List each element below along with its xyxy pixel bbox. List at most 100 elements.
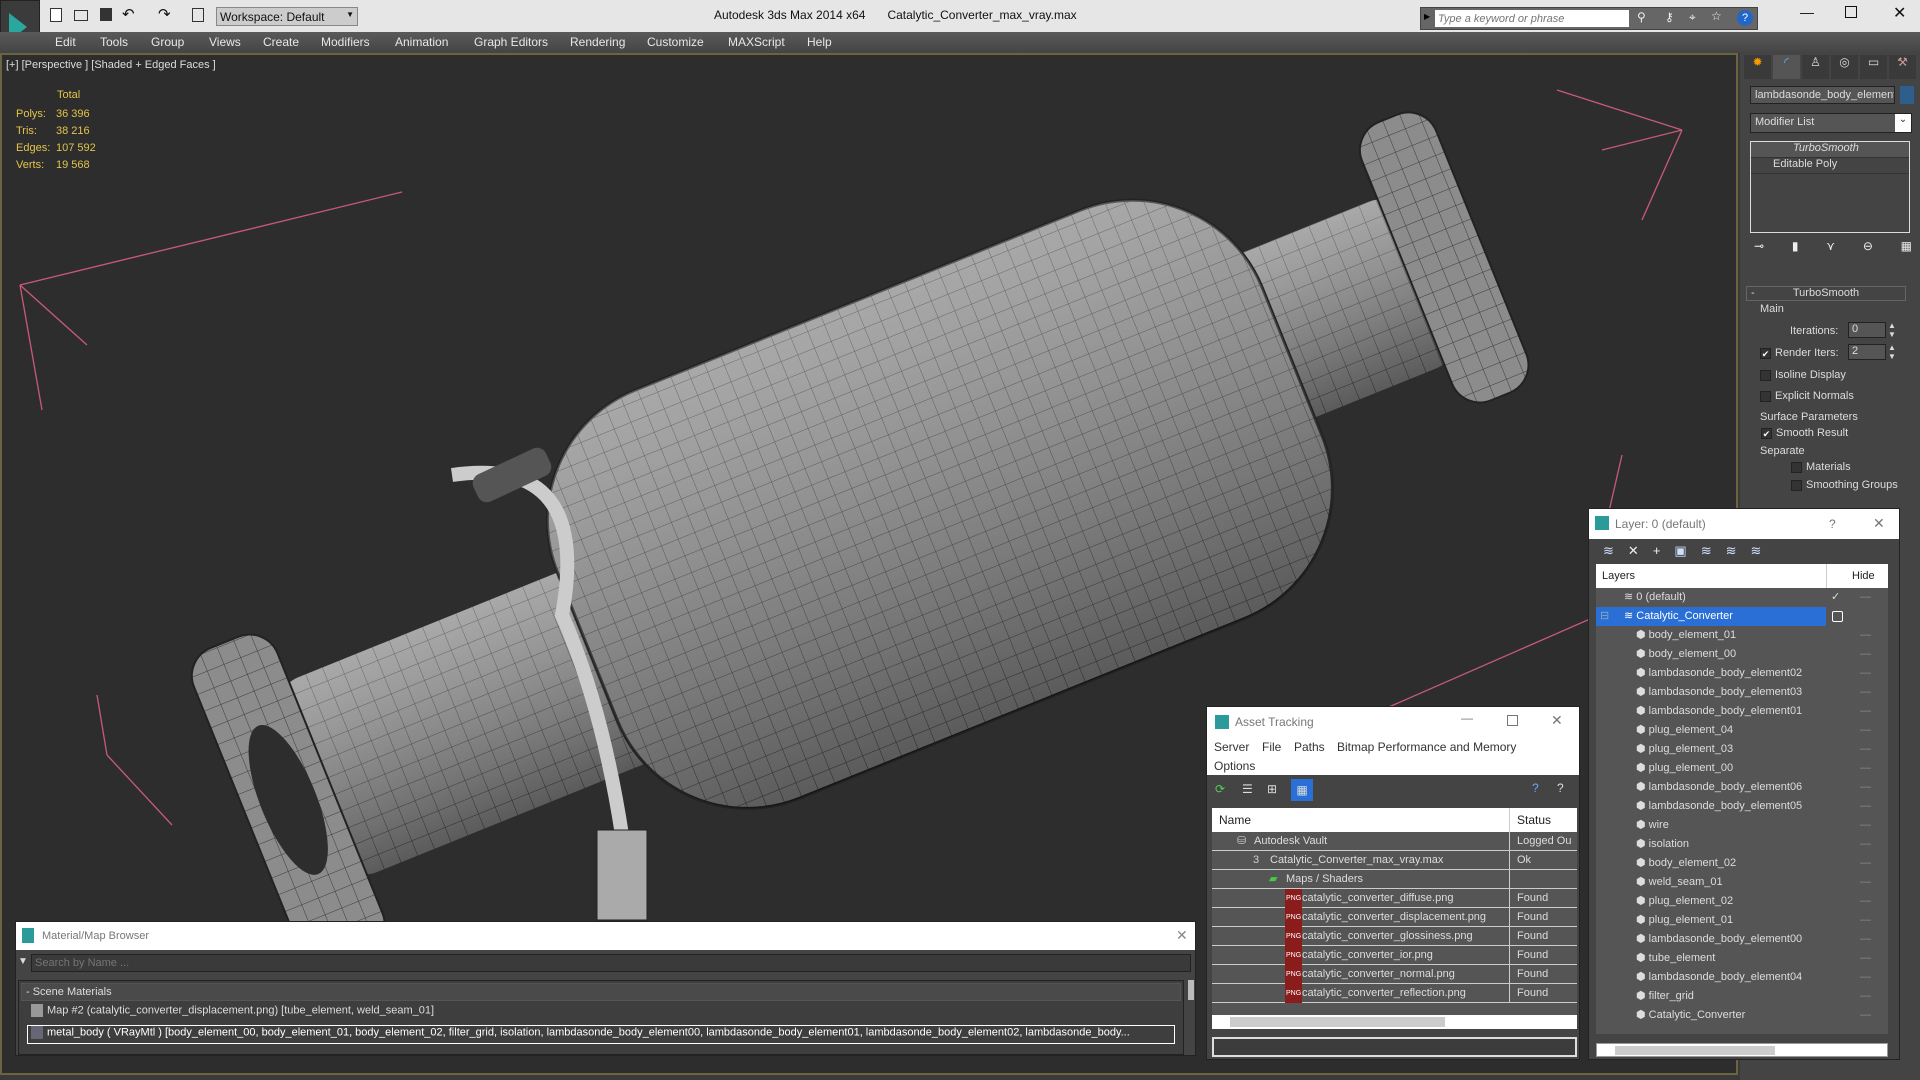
- select-objects-icon[interactable]: ▣: [1674, 543, 1686, 561]
- horizontal-scrollbar[interactable]: [1212, 1015, 1577, 1029]
- menu-options[interactable]: Options: [1214, 759, 1255, 773]
- menu-help[interactable]: Help: [807, 35, 832, 49]
- iterations-spinner[interactable]: 0: [1848, 322, 1886, 338]
- menu-tools[interactable]: Tools: [100, 35, 128, 49]
- workspace-dropdown[interactable]: Workspace: Default ▼: [216, 7, 358, 26]
- stack-item-turbosmooth[interactable]: TurboSmooth: [1751, 142, 1909, 158]
- vertical-scrollbar[interactable]: [1188, 980, 1194, 1000]
- asset-row[interactable]: PNG catalytic_converter_normal.png Found: [1212, 965, 1577, 984]
- asset-row[interactable]: PNG catalytic_converter_ior.png Found: [1212, 946, 1577, 965]
- display-tab-icon[interactable]: ▭: [1860, 55, 1887, 79]
- hide-toggle[interactable]: —: [1860, 854, 1871, 873]
- menu-maxscript[interactable]: MAXScript: [728, 35, 785, 49]
- hide-toggle[interactable]: —: [1860, 702, 1871, 721]
- object-name-field[interactable]: lambdasonde_body_element0: [1750, 86, 1895, 104]
- minimize-icon[interactable]: —: [1461, 711, 1473, 725]
- hide-toggle[interactable]: —: [1860, 949, 1871, 968]
- asset-row[interactable]: ▰ Maps / Shaders: [1212, 870, 1577, 889]
- keyword-search-input[interactable]: [1435, 10, 1629, 27]
- hide-toggle[interactable]: —: [1860, 835, 1871, 854]
- make-unique-icon[interactable]: ⋎: [1826, 239, 1835, 253]
- hide-toggle[interactable]: —: [1860, 892, 1871, 911]
- hide-toggle[interactable]: —: [1860, 930, 1871, 949]
- configure-sets-icon[interactable]: ▦: [1901, 239, 1912, 253]
- hide-toggle[interactable]: —: [1860, 911, 1871, 930]
- close-icon[interactable]: ✕: [1893, 3, 1906, 23]
- select-layer-icon[interactable]: ≋: [1701, 543, 1712, 561]
- filter-options-icon[interactable]: ▼: [18, 956, 28, 967]
- show-end-result-icon[interactable]: ▮: [1792, 239, 1799, 253]
- delete-layer-icon[interactable]: ✕: [1628, 543, 1639, 561]
- collapse-icon[interactable]: ⊟: [1600, 607, 1609, 626]
- explicit-normals-checkbox[interactable]: Explicit Normals: [1760, 390, 1854, 402]
- asset-row[interactable]: ⛁ Autodesk Vault Logged Ou: [1212, 832, 1577, 851]
- hide-toggle[interactable]: —: [1860, 740, 1871, 759]
- hide-toggle[interactable]: —: [1860, 873, 1871, 892]
- material-browser-titlebar[interactable]: Material/Map Browser ✕: [16, 922, 1195, 950]
- layer-object-row[interactable]: ⬢ lambdasonde_body_element01 —: [1596, 702, 1888, 721]
- search-by-name-input[interactable]: [31, 954, 1191, 972]
- layer-object-row[interactable]: ⬢ lambdasonde_body_element00 —: [1596, 930, 1888, 949]
- hide-toggle[interactable]: —: [1860, 683, 1871, 702]
- render-iters-spinner[interactable]: 2: [1848, 344, 1886, 360]
- open-file-icon[interactable]: [74, 10, 88, 21]
- highlight-layer-icon[interactable]: ≋: [1726, 543, 1737, 561]
- expand-arrow-icon[interactable]: ▶: [1424, 12, 1430, 21]
- menu-edit[interactable]: Edit: [55, 35, 76, 49]
- layer-object-row[interactable]: ⬢ plug_element_03 —: [1596, 740, 1888, 759]
- layer-object-row[interactable]: ⬢ weld_seam_01 —: [1596, 873, 1888, 892]
- menu-bitmap-performance[interactable]: Bitmap Performance and Memory: [1337, 740, 1516, 754]
- create-tab-icon[interactable]: ✹: [1744, 55, 1771, 79]
- layer-object-row[interactable]: ⬢ wire —: [1596, 816, 1888, 835]
- vault-help-icon[interactable]: ?: [1532, 781, 1539, 795]
- vault-settings-icon[interactable]: ?: [1557, 781, 1564, 795]
- layer-object-row[interactable]: ⬢ body_element_01 —: [1596, 626, 1888, 645]
- hide-toggle[interactable]: —: [1860, 816, 1871, 835]
- minimize-icon[interactable]: —: [1800, 4, 1814, 20]
- isoline-display-checkbox[interactable]: Isoline Display: [1760, 369, 1846, 381]
- layer-object-row[interactable]: ⬢ tube_element —: [1596, 949, 1888, 968]
- hide-toggle[interactable]: —: [1860, 721, 1871, 740]
- column-name[interactable]: Name: [1219, 813, 1251, 827]
- hide-toggle[interactable]: —: [1860, 987, 1871, 1006]
- layer-object-row[interactable]: ⬢ filter_grid —: [1596, 987, 1888, 1006]
- layer-row-catalytic-converter[interactable]: ⊟ ≋ Catalytic_Converter: [1596, 607, 1843, 626]
- smoothing-groups-checkbox[interactable]: Smoothing Groups: [1791, 479, 1898, 491]
- binoculars-icon[interactable]: ⚲: [1637, 10, 1646, 24]
- layer-object-row[interactable]: ⬢ isolation —: [1596, 835, 1888, 854]
- hide-toggle[interactable]: —: [1860, 759, 1871, 778]
- layer-object-row[interactable]: ⬢ plug_element_01 —: [1596, 911, 1888, 930]
- layer-object-row[interactable]: ⬢ plug_element_02 —: [1596, 892, 1888, 911]
- asset-row[interactable]: PNG catalytic_converter_glossiness.png Fou…: [1212, 927, 1577, 946]
- scrollbar-thumb[interactable]: [1615, 1046, 1775, 1055]
- current-layer-checkbox[interactable]: [1832, 611, 1843, 622]
- hide-toggle[interactable]: —: [1860, 778, 1871, 797]
- maximize-icon[interactable]: [1507, 715, 1518, 726]
- hierarchy-tab-icon[interactable]: ♙: [1802, 55, 1829, 79]
- hide-toggle[interactable]: —: [1860, 1006, 1871, 1025]
- layer-row-default[interactable]: ≋ 0 (default) ✓ —: [1596, 588, 1888, 607]
- materials-checkbox[interactable]: Materials: [1791, 461, 1851, 473]
- menu-modifiers[interactable]: Modifiers: [321, 35, 370, 49]
- hide-toggle[interactable]: —: [1860, 797, 1871, 816]
- modifier-list-dropdown[interactable]: Modifier List ⌄: [1750, 113, 1912, 133]
- close-icon[interactable]: ✕: [1873, 515, 1885, 532]
- object-color-swatch[interactable]: [1900, 86, 1914, 104]
- menu-animation[interactable]: Animation: [395, 35, 448, 49]
- star-icon[interactable]: ☆: [1711, 9, 1722, 23]
- layer-object-row[interactable]: ⬢ body_element_02 —: [1596, 854, 1888, 873]
- save-icon[interactable]: [100, 8, 112, 21]
- smooth-result-checkbox[interactable]: ✔ Smooth Result: [1761, 427, 1848, 439]
- new-file-icon[interactable]: [50, 8, 62, 22]
- menu-paths[interactable]: Paths: [1294, 740, 1325, 754]
- hide-toggle[interactable]: —: [1860, 626, 1871, 645]
- close-icon[interactable]: ✕: [1176, 927, 1188, 944]
- undo-icon[interactable]: ↶: [122, 5, 135, 23]
- layer-object-row[interactable]: ⬢ lambdasonde_body_element05 —: [1596, 797, 1888, 816]
- stack-item-editable-poly[interactable]: Editable Poly: [1751, 158, 1909, 174]
- add-to-layer-icon[interactable]: +: [1653, 543, 1661, 561]
- asset-row[interactable]: PNG catalytic_converter_displacement.png F…: [1212, 908, 1577, 927]
- menu-customize[interactable]: Customize: [647, 35, 704, 49]
- hide-toggle[interactable]: —: [1860, 588, 1871, 607]
- scene-materials-header[interactable]: - Scene Materials: [21, 983, 1181, 1001]
